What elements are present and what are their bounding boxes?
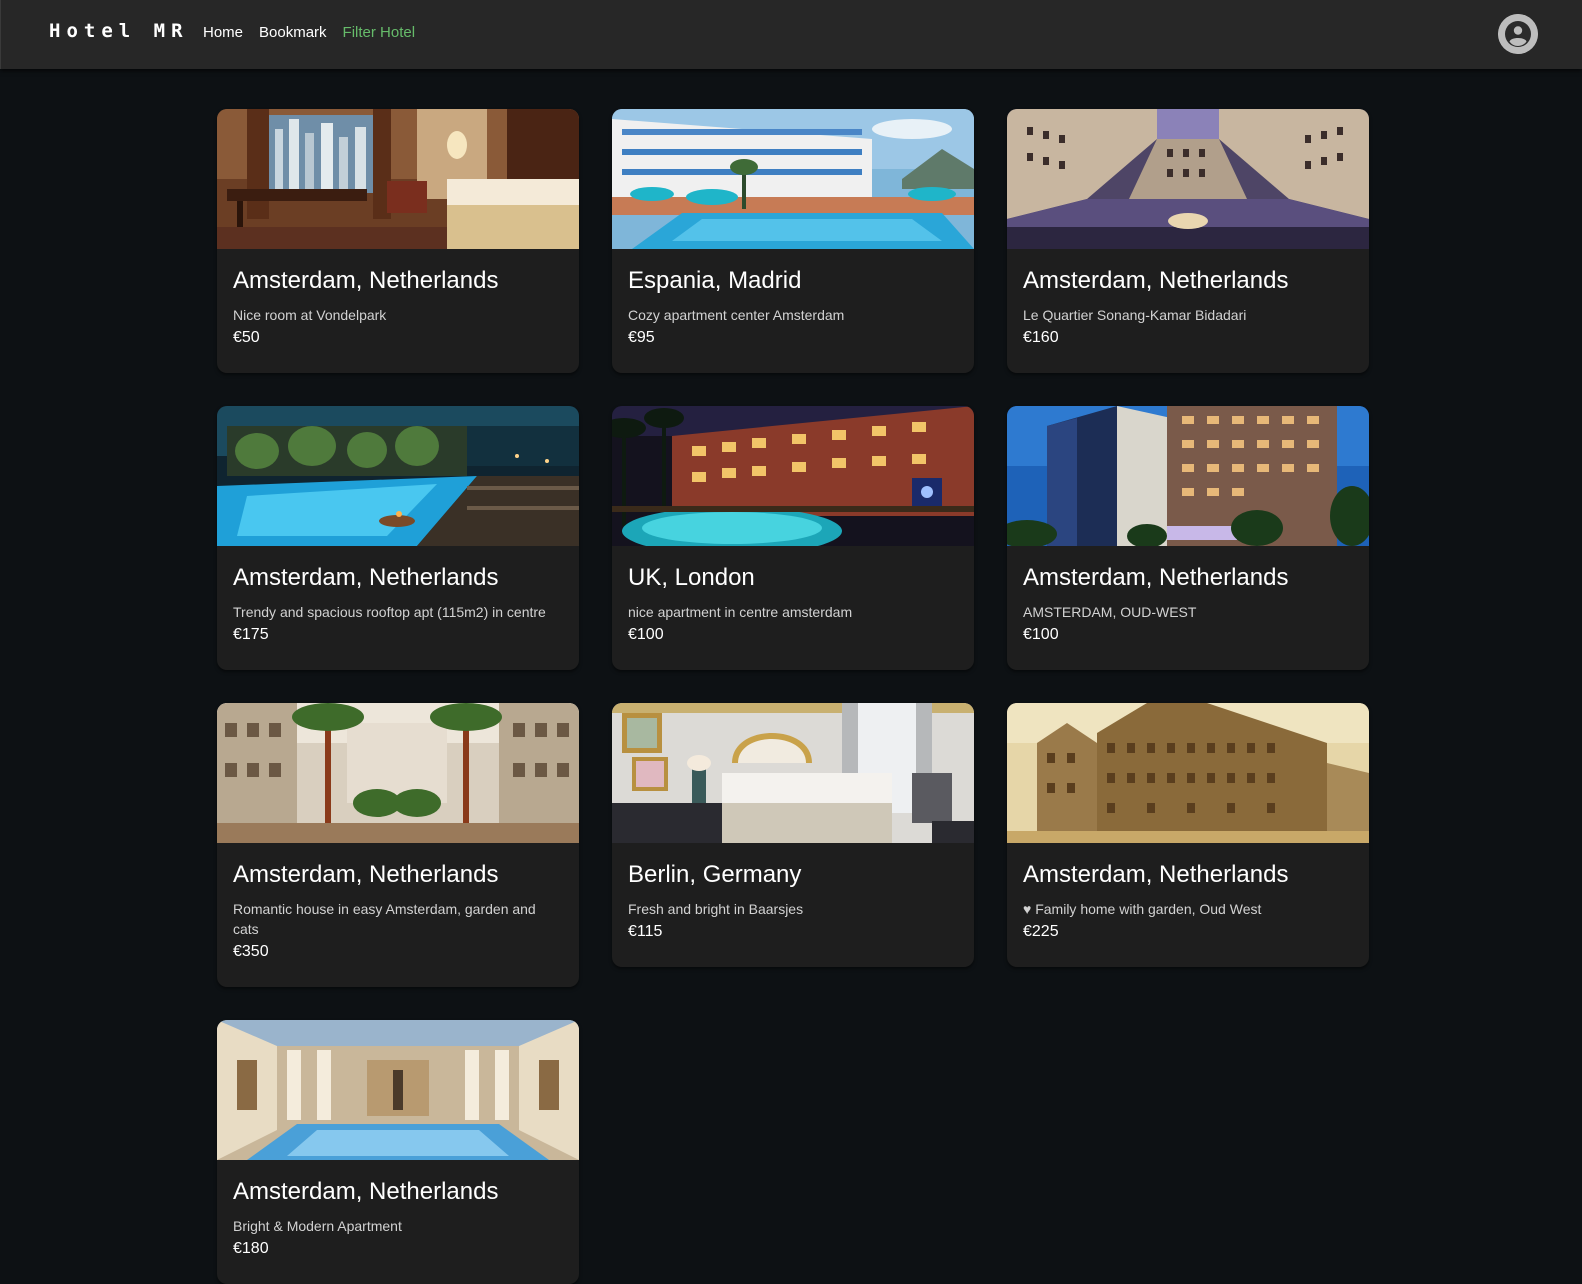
hotel-location: Amsterdam, Netherlands (233, 267, 499, 294)
hotel-price: €175 (233, 626, 269, 643)
hotel-location: Amsterdam, Netherlands (233, 861, 499, 888)
hotel-location: Espania, Madrid (628, 267, 802, 294)
hotel-card[interactable]: Amsterdam, Netherlands Bright & Modern A… (217, 1020, 579, 1284)
hotel-description: AMSTERDAM, OUD-WEST (1023, 604, 1197, 620)
hotel-image (612, 406, 974, 546)
account-avatar[interactable] (1498, 14, 1538, 54)
hotel-price: €350 (233, 943, 269, 960)
hotel-image (612, 703, 974, 843)
hotel-description: Bright & Modern Apartment (233, 1218, 402, 1234)
hotel-card[interactable]: Amsterdam, Netherlands Nice room at Vond… (217, 109, 579, 373)
hotel-description: nice apartment in centre amsterdam (628, 604, 853, 620)
hotel-description: Le Quartier Sonang-Kamar Bidadari (1023, 307, 1247, 323)
hotel-location: Amsterdam, Netherlands (1023, 861, 1289, 888)
hotel-image (1007, 703, 1369, 843)
hotel-description: Trendy and spacious rooftop apt (115m2) … (233, 604, 546, 620)
hotel-description: Fresh and bright in Baarsjes (628, 901, 804, 917)
hotel-image (217, 703, 579, 843)
hotel-price: €160 (1023, 329, 1059, 346)
hotel-image (1007, 109, 1369, 249)
hotel-grid: Amsterdam, Netherlands Nice room at Vond… (217, 109, 1369, 1284)
hotel-image (217, 109, 579, 249)
hotel-card[interactable]: Amsterdam, Netherlands ♥ Family home wit… (1007, 703, 1369, 967)
nav-bookmark-link[interactable]: Bookmark (259, 24, 327, 41)
account-circle-icon (1498, 14, 1538, 54)
hotel-description: ♥ Family home with garden, Oud West (1023, 901, 1262, 917)
hotel-location: UK, London (628, 564, 755, 591)
hotel-card[interactable]: Amsterdam, Netherlands Le Quartier Sonan… (1007, 109, 1369, 373)
hotel-description: Nice room at Vondelpark (233, 307, 387, 323)
hotel-card[interactable]: UK, London nice apartment in centre amst… (612, 406, 974, 670)
hotel-card[interactable]: Amsterdam, Netherlands Trendy and spacio… (217, 406, 579, 670)
hotel-price: €100 (628, 626, 664, 643)
hotel-location: Berlin, Germany (628, 861, 802, 888)
brand-logo[interactable]: Hotel MR (49, 20, 189, 42)
hotel-card[interactable]: Amsterdam, Netherlands AMSTERDAM, OUD-WE… (1007, 406, 1369, 670)
hotel-location: Amsterdam, Netherlands (233, 1178, 499, 1205)
hotel-price: €180 (233, 1240, 269, 1257)
hotel-location: Amsterdam, Netherlands (1023, 564, 1289, 591)
hotel-image (217, 406, 579, 546)
hotel-card[interactable]: Amsterdam, Netherlands Romantic house in… (217, 703, 579, 987)
hotel-image (217, 1020, 579, 1160)
hotel-price: €100 (1023, 626, 1059, 643)
hotel-price: €50 (233, 329, 260, 346)
nav-home-link[interactable]: Home (203, 24, 243, 41)
app-bar: Hotel MR Home Bookmark Filter Hotel (0, 0, 1582, 69)
nav-filter-hotel-link[interactable]: Filter Hotel (343, 24, 416, 41)
hotel-location: Amsterdam, Netherlands (1023, 267, 1289, 294)
hotel-image (612, 109, 974, 249)
hotel-price: €225 (1023, 923, 1059, 940)
hotel-card[interactable]: Espania, Madrid Cozy apartment center Am… (612, 109, 974, 373)
main-nav: Home Bookmark Filter Hotel (203, 24, 415, 41)
hotel-price: €95 (628, 329, 655, 346)
hotel-description: Cozy apartment center Amsterdam (628, 307, 845, 323)
hotel-location: Amsterdam, Netherlands (233, 564, 499, 591)
hotel-description: Romantic house in easy Amsterdam, garden… (233, 901, 536, 937)
hotel-image (1007, 406, 1369, 546)
hotel-price: €115 (628, 923, 663, 940)
hotel-card[interactable]: Berlin, Germany Fresh and bright in Baar… (612, 703, 974, 967)
